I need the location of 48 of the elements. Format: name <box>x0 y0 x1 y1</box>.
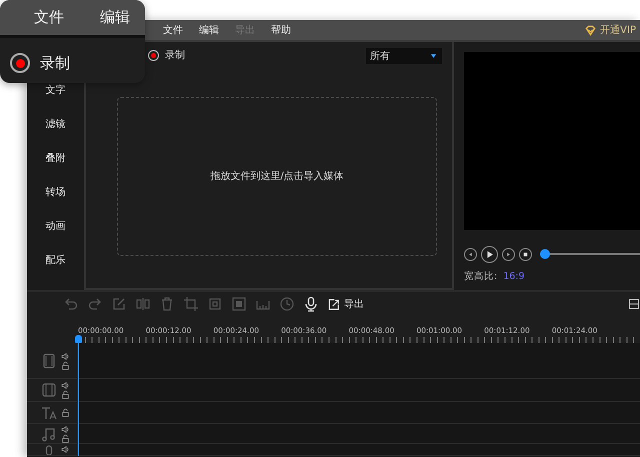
menu-item[interactable]: 编辑 <box>191 22 227 38</box>
caret-icon <box>429 53 438 59</box>
progress-thumb[interactable] <box>540 249 550 259</box>
sidebar-item[interactable]: 转场 <box>27 184 84 218</box>
sidebar-item[interactable]: 叠附 <box>27 150 84 184</box>
radio-label: 录制 <box>40 53 70 74</box>
sidebar-item[interactable]: 动画 <box>27 218 84 252</box>
speaker-icon[interactable] <box>61 381 70 390</box>
panel-icon[interactable] <box>628 298 640 310</box>
stop-button[interactable] <box>519 248 532 260</box>
next-icon <box>505 250 512 258</box>
diamond-icon[interactable] <box>585 24 596 36</box>
sidebar-item[interactable]: 配乐 <box>27 252 84 286</box>
lock-icon[interactable] <box>61 390 70 399</box>
menu-item[interactable]: 文件 <box>34 6 64 29</box>
stop-icon <box>522 250 529 258</box>
text-track-icon <box>41 404 57 420</box>
lock-icon[interactable] <box>61 434 70 442</box>
radio-label: 录制 <box>165 48 185 63</box>
film-track-icon <box>41 382 57 398</box>
menu-item[interactable]: 帮助 <box>263 22 299 38</box>
playhead[interactable] <box>75 335 82 456</box>
speaker-icon[interactable] <box>61 352 70 360</box>
export-icon <box>327 298 340 310</box>
lock-icon[interactable] <box>61 360 70 370</box>
speaker-icon[interactable] <box>61 424 70 434</box>
music-note-icon <box>41 426 57 442</box>
previous-icon <box>467 250 474 258</box>
sidebar-item[interactable]: 文字 <box>27 82 84 116</box>
filter-dropdown[interactable]: 所有 <box>366 48 442 64</box>
drop-hint: 拖放文件到这里/点击导入媒体 <box>210 170 344 184</box>
menu-item[interactable]: 编辑 <box>100 6 130 29</box>
aspect-label: 宽高比: <box>464 270 498 284</box>
export-button[interactable]: 导出 <box>327 296 364 312</box>
previous-button[interactable] <box>464 248 477 260</box>
aspect-value[interactable]: 16:9 <box>503 270 525 284</box>
next-button[interactable] <box>502 248 515 260</box>
video-track-icon <box>41 352 57 368</box>
sidebar-item[interactable]: 滤镜 <box>27 116 84 150</box>
speaker-icon[interactable] <box>61 445 70 454</box>
drop-zone[interactable]: 拖放文件到这里/点击导入媒体 <box>117 97 437 256</box>
lock-icon[interactable] <box>61 408 70 417</box>
vip-link[interactable]: 开通VIP <box>600 22 640 38</box>
menu-item[interactable]: 文件 <box>155 22 191 38</box>
microphone-icon[interactable] <box>303 296 319 312</box>
radio-button[interactable] <box>148 50 159 61</box>
play-button[interactable] <box>481 246 498 262</box>
radio-button[interactable] <box>10 53 30 74</box>
